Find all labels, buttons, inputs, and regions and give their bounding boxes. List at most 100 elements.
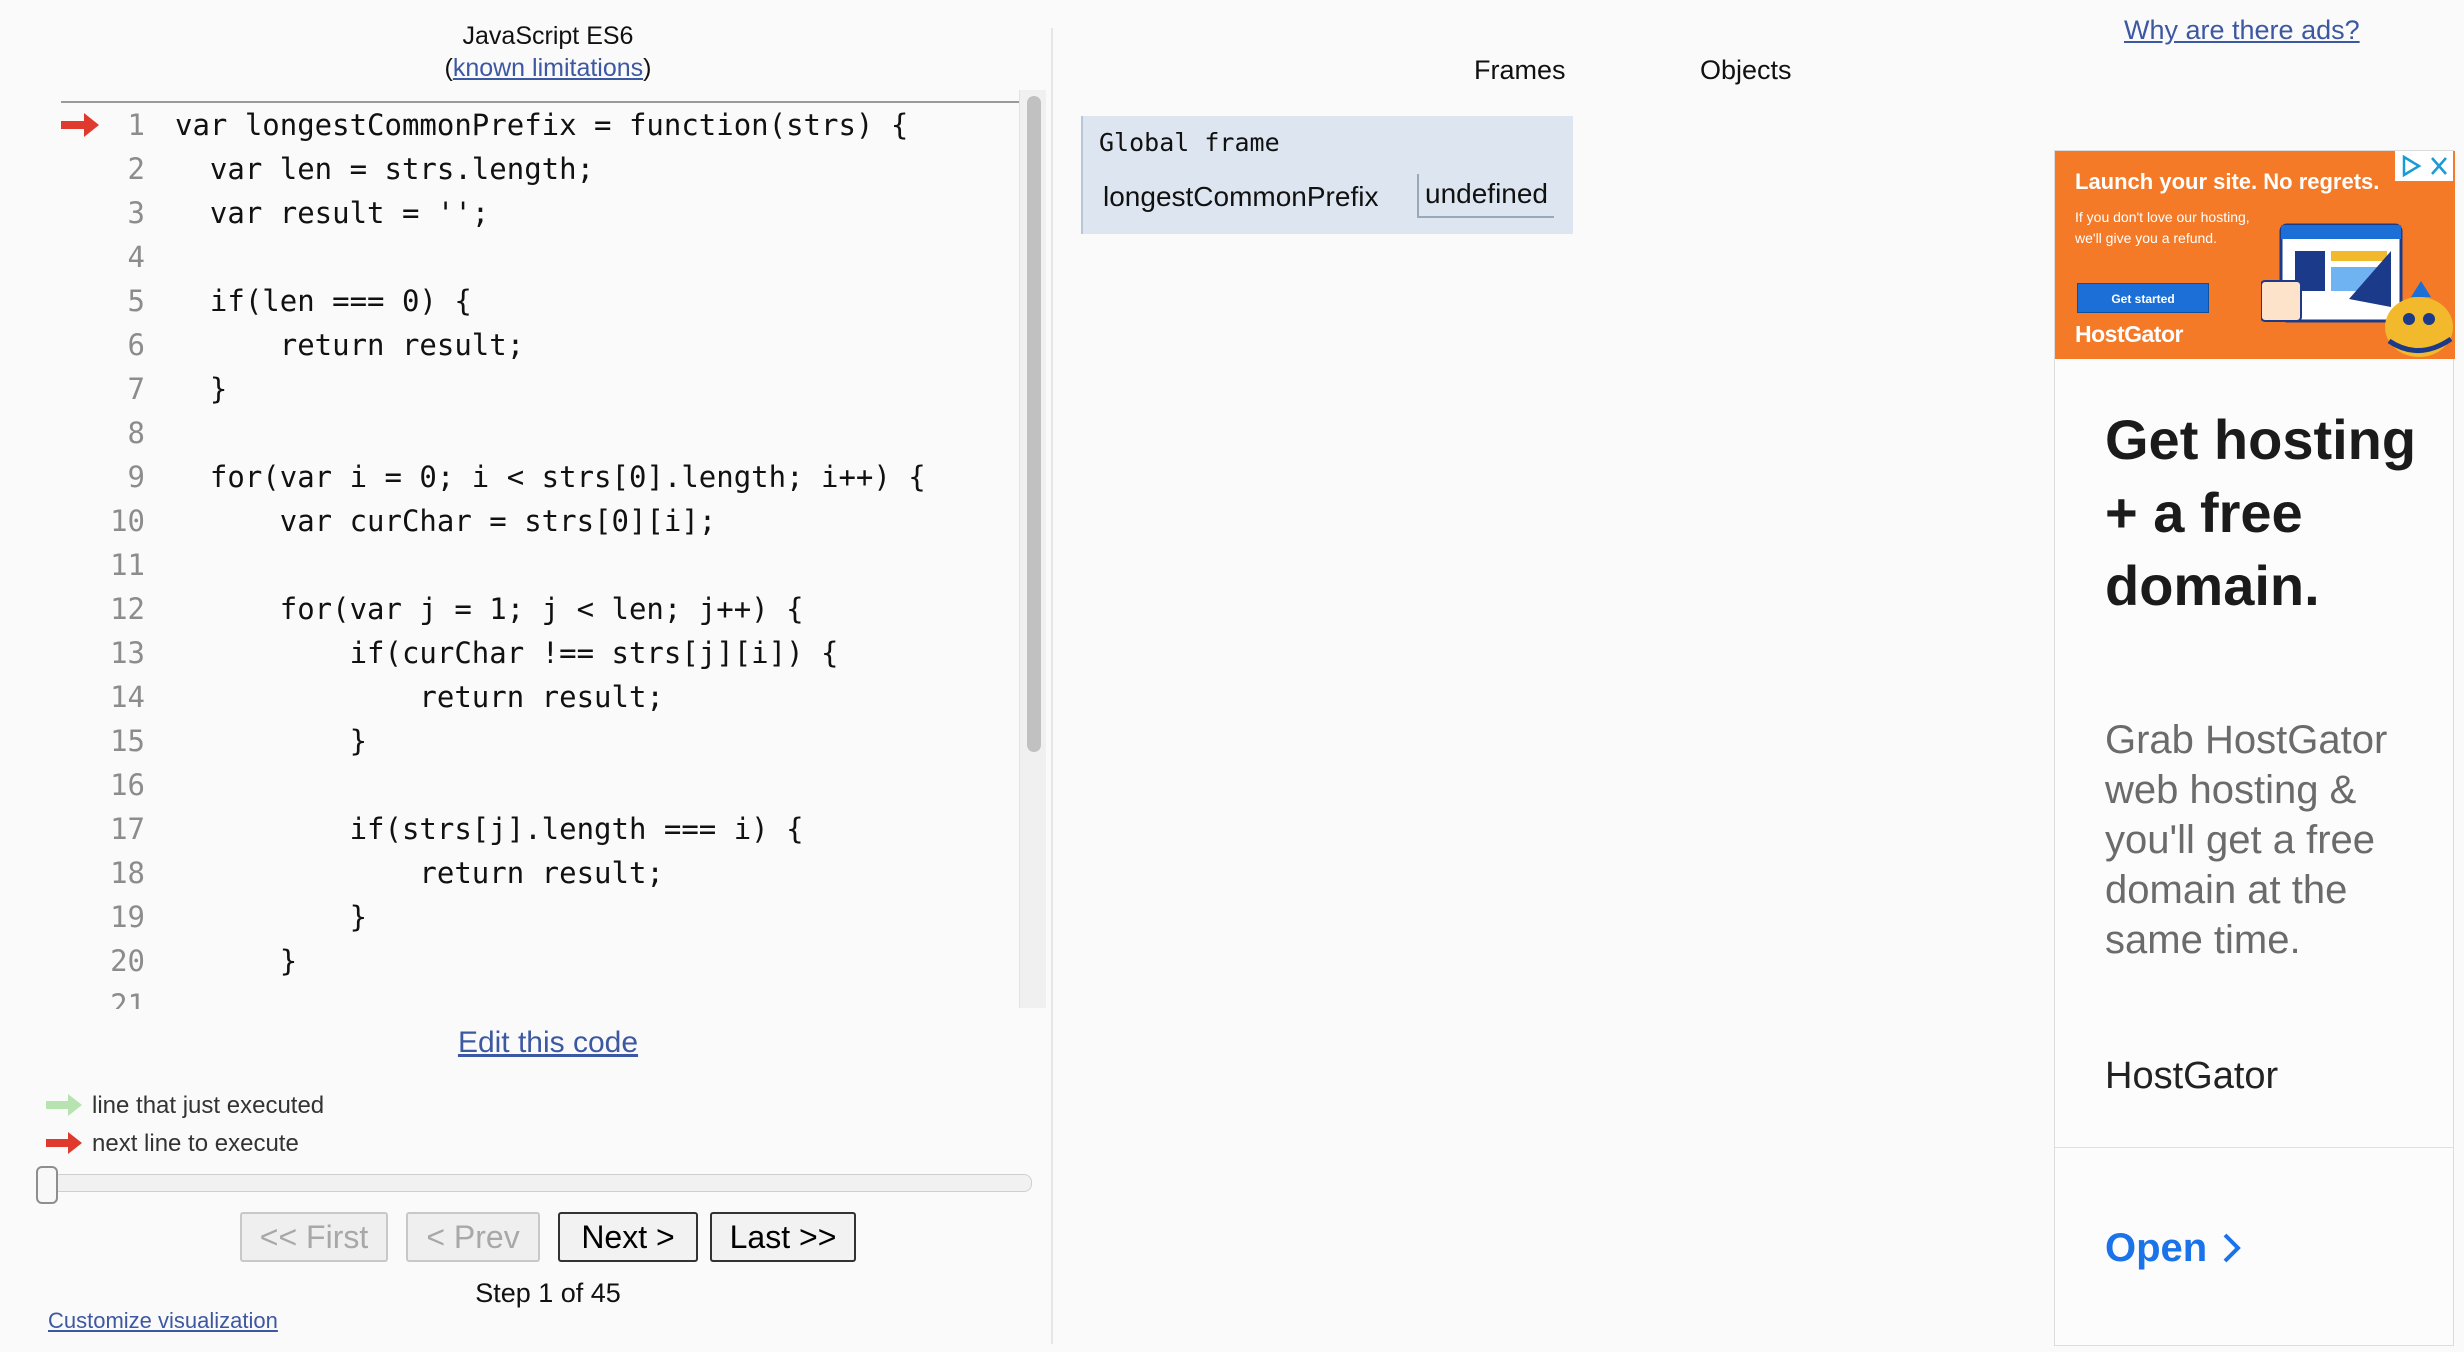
close-ad-icon[interactable] — [2427, 155, 2451, 177]
ad-banner-subtext: If you don't love our hosting, we'll giv… — [2075, 209, 2250, 246]
code-text: } — [175, 900, 368, 934]
gutter-arrow-slot — [61, 817, 101, 841]
ad-banner[interactable]: Launch your site. No regrets. If you don… — [2055, 151, 2455, 359]
gutter-arrow-slot — [61, 245, 101, 269]
code-text: if(curChar !== strs[j][i]) { — [175, 636, 839, 670]
limitations-line: (known limitations) — [444, 54, 652, 82]
gutter-arrow-slot — [61, 773, 101, 797]
code-text: if(len === 0) { — [175, 284, 472, 318]
code-text: var longestCommonPrefix = function(strs)… — [175, 108, 909, 142]
code-text: } — [175, 372, 228, 406]
gutter-arrow-slot — [61, 553, 101, 577]
adchoices-icon[interactable] — [2399, 155, 2423, 177]
ad-open-button[interactable]: Open — [2105, 1223, 2243, 1273]
gutter-arrow-slot — [61, 465, 101, 489]
code-text: } — [175, 724, 368, 758]
ad-container[interactable]: Launch your site. No regrets. If you don… — [2054, 150, 2455, 1346]
code-listing[interactable]: 1 var longestCommonPrefix = function(strs… — [61, 101, 1041, 1009]
gutter-arrow-slot — [61, 949, 101, 973]
line-number: 11 — [110, 548, 145, 582]
code-scrollbar-thumb[interactable] — [1027, 96, 1041, 752]
global-frame: Global frame longestCommonPrefix undefin… — [1081, 116, 1573, 234]
gutter-arrow-slot — [61, 597, 101, 621]
line-number: 9 — [127, 460, 145, 494]
code-panel-header: JavaScript ES6 (known limitations) — [0, 20, 1096, 84]
why-ads-link[interactable]: Why are there ads? — [2124, 12, 2360, 48]
gutter-arrow-slot — [61, 333, 101, 357]
ad-headline[interactable]: Get hosting + a free domain. — [2105, 403, 2425, 622]
ad-banner-cta-button[interactable]: Get started — [2077, 283, 2209, 313]
code-line: 5 if(len === 0) { — [61, 279, 1021, 323]
gutter-arrow-slot — [61, 685, 101, 709]
code-text: var len = strs.length; — [175, 152, 595, 186]
code-text: var result = ''; — [175, 196, 490, 230]
last-button[interactable]: Last >> — [710, 1212, 856, 1262]
gutter-arrow-slot — [61, 421, 101, 445]
code-text: for(var i = 0; i < strs[0].length; i++) … — [175, 460, 926, 494]
column-divider — [1051, 28, 1053, 1344]
next-line-arrow-icon — [61, 113, 99, 137]
line-number: 12 — [110, 592, 145, 626]
gutter-arrow-slot — [61, 641, 101, 665]
gutter-arrow-slot — [61, 509, 101, 533]
prev-button[interactable]: < Prev — [406, 1212, 540, 1262]
objects-heading: Objects — [1700, 55, 1792, 85]
line-number: 16 — [110, 768, 145, 802]
ad-banner-brand: HostGator — [2075, 321, 2183, 347]
code-line: 13 if(curChar !== strs[j][i]) { — [61, 631, 1021, 675]
line-number: 7 — [127, 372, 145, 406]
code-line: 9 for(var i = 0; i < strs[0].length; i++… — [61, 455, 1021, 499]
line-number: 2 — [127, 152, 145, 186]
legend-next-label: next line to execute — [92, 1130, 299, 1157]
code-line: 6 return result; — [61, 323, 1021, 367]
global-frame-title: Global frame — [1099, 128, 1280, 157]
language-label: JavaScript ES6 — [462, 22, 634, 50]
frame-variable-name: longestCommonPrefix — [1103, 181, 1379, 212]
ad-illustration-icon — [2261, 223, 2453, 357]
line-number: 20 — [110, 944, 145, 978]
ad-body-text[interactable]: Grab HostGator web hosting & you'll get … — [2105, 715, 2435, 965]
edit-code-row: Edit this code — [0, 1023, 1096, 1063]
code-line: 1 var longestCommonPrefix = function(strs… — [61, 103, 1021, 147]
ad-advertiser-name[interactable]: HostGator — [2105, 1051, 2278, 1101]
ad-banner-headline: Launch your site. No regrets. — [2075, 169, 2380, 194]
gutter-arrow-slot — [61, 729, 101, 753]
known-limitations-link[interactable]: known limitations — [453, 54, 643, 82]
gutter-arrow-slot — [61, 157, 101, 181]
chevron-right-icon — [2223, 1233, 2242, 1263]
gutter-arrow-slot — [61, 861, 101, 885]
green-arrow-icon — [46, 1094, 82, 1116]
gutter-arrow-slot — [61, 377, 101, 401]
edit-code-link[interactable]: Edit this code — [458, 1026, 638, 1059]
line-number: 13 — [110, 636, 145, 670]
code-line: 14 return result; — [61, 675, 1021, 719]
step-slider[interactable] — [42, 1174, 1032, 1192]
gutter-arrow-slot — [61, 113, 101, 137]
frame-variable-value: undefined — [1417, 174, 1555, 218]
code-line: 21 — [61, 983, 1021, 1009]
ad-choices[interactable] — [2395, 151, 2453, 181]
line-number: 1 — [127, 108, 145, 142]
line-number: 14 — [110, 680, 145, 714]
first-button[interactable]: << First — [240, 1212, 388, 1262]
line-number: 6 — [127, 328, 145, 362]
gutter-arrow-slot — [61, 289, 101, 313]
line-number: 5 — [127, 284, 145, 318]
code-line: 11 — [61, 543, 1021, 587]
line-number: 3 — [127, 196, 145, 230]
step-slider-handle[interactable] — [36, 1166, 58, 1204]
next-button[interactable]: Next > — [558, 1212, 698, 1262]
code-text: var curChar = strs[0][i]; — [175, 504, 717, 538]
code-line: 18 return result; — [61, 851, 1021, 895]
code-line: 17 if(strs[j].length === i) { — [61, 807, 1021, 851]
code-line: 8 — [61, 411, 1021, 455]
ad-open-label: Open — [2105, 1226, 2208, 1270]
code-line: 3 var result = ''; — [61, 191, 1021, 235]
line-number: 10 — [110, 504, 145, 538]
code-line: 15 } — [61, 719, 1021, 763]
code-line: 19 } — [61, 895, 1021, 939]
code-text: return result; — [175, 856, 664, 890]
customize-visualization-link[interactable]: Customize visualization — [48, 1306, 278, 1336]
gutter-arrow-slot — [61, 993, 101, 1009]
legend-executed-label: line that just executed — [92, 1092, 325, 1119]
